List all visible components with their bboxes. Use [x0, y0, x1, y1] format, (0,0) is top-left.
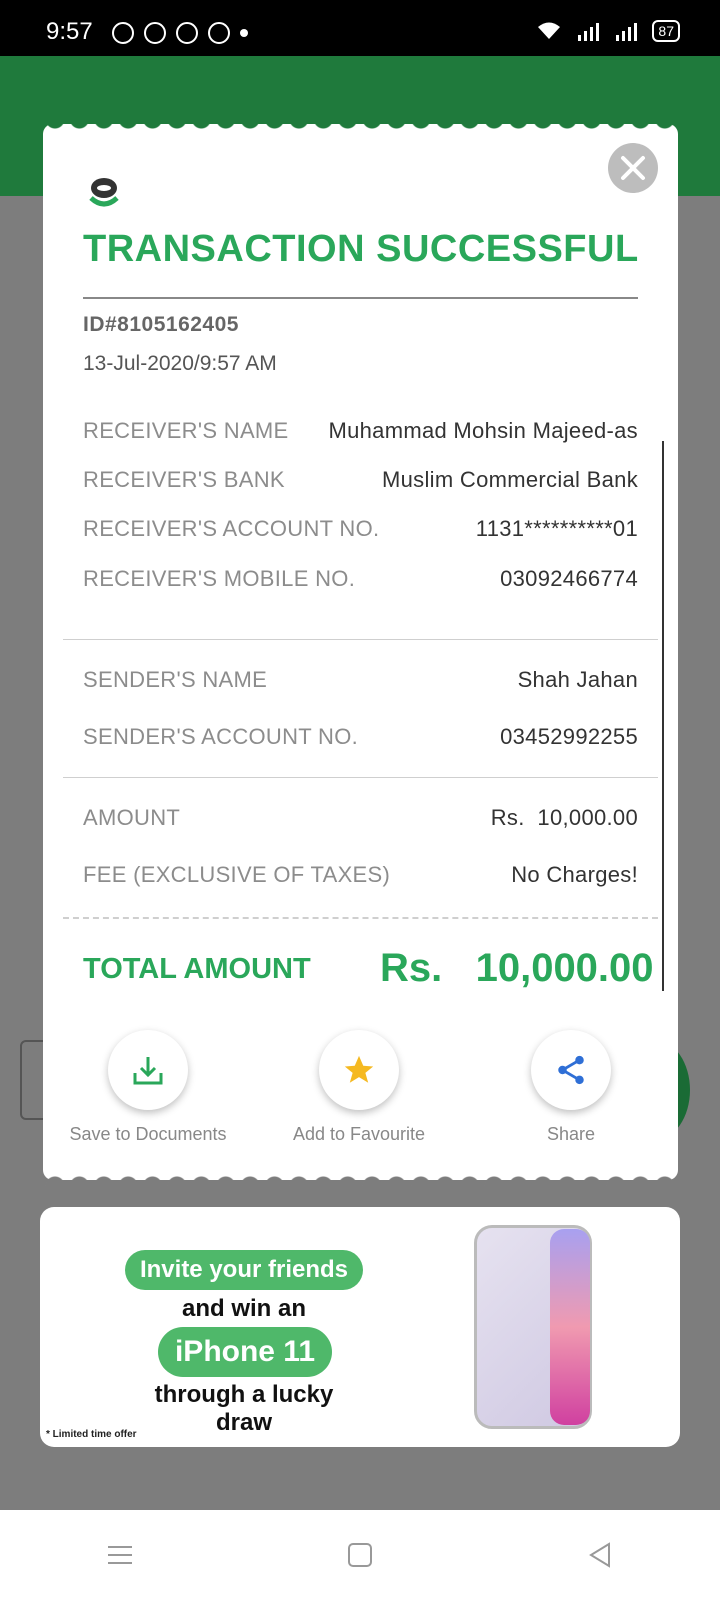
- star-icon: [344, 1055, 374, 1083]
- download-icon: [133, 1057, 163, 1085]
- iphone-screen-image: [550, 1229, 590, 1425]
- messenger-icon: [144, 22, 166, 44]
- field-label: SENDER'S ACCOUNT NO.: [83, 724, 359, 749]
- share-icon: [558, 1055, 584, 1085]
- field-value: Muhammad Mohsin Majeed-as: [328, 418, 638, 443]
- add-to-favourite-button[interactable]: Add to Favourite: [269, 1030, 449, 1145]
- signal-icon: [578, 23, 600, 41]
- promo-text-line2: and win an: [181, 1295, 306, 1322]
- receipt-top-edge: [43, 119, 678, 131]
- action-label: Save to Documents: [69, 1124, 227, 1144]
- back-triangle-icon: [589, 1542, 610, 1568]
- wifi-icon: [538, 22, 561, 39]
- total-amount-value: Rs. 10,000.00: [380, 946, 654, 990]
- field-label: SENDER'S NAME: [83, 667, 268, 692]
- promo-fine-print: * Limited time offer: [46, 1429, 137, 1440]
- dialog-title: TRANSACTION SUCCESSFUL: [83, 228, 639, 270]
- action-label: Add to Favourite: [292, 1124, 426, 1144]
- status-time: 9:57: [46, 18, 93, 45]
- title-divider: [83, 297, 638, 299]
- whatsapp-icon: [112, 22, 134, 44]
- field-value: 03092466774: [500, 566, 638, 591]
- action-label: Share: [546, 1124, 596, 1144]
- field-label: RECEIVER'S BANK: [83, 467, 285, 492]
- status-bar: 9:57 87: [0, 0, 720, 56]
- field-value: 03452992255: [500, 724, 638, 749]
- home-square-icon: [348, 1543, 372, 1567]
- home-nav-button[interactable]: [340, 1535, 380, 1575]
- battery-icon: 87: [652, 20, 680, 42]
- transaction-receipt-dialog: [43, 124, 678, 1180]
- promo-invite-pill: Invite your friends: [125, 1250, 363, 1290]
- transaction-datetime: 13-Jul-2020/9:57 AM: [83, 352, 277, 375]
- field-value: Rs. 10,000.00: [490, 805, 638, 830]
- telenor-icon: [176, 22, 198, 44]
- menu-nav-button[interactable]: [100, 1535, 140, 1575]
- system-navigation-bar: [0, 1510, 720, 1600]
- field-value: 1131**********01: [475, 516, 638, 541]
- sender-name-row: SENDER'S NAME Shah Jahan: [83, 667, 638, 693]
- sender-account-row: SENDER'S ACCOUNT NO. 03452992255: [83, 724, 638, 750]
- promo-iphone-pill: iPhone 11: [158, 1327, 332, 1377]
- save-to-documents-button[interactable]: Save to Documents: [58, 1030, 238, 1145]
- back-nav-button[interactable]: [580, 1535, 620, 1575]
- signal-icon-2: [616, 23, 638, 41]
- share-button[interactable]: Share: [481, 1030, 661, 1145]
- transaction-id: ID#8105162405: [83, 313, 239, 336]
- compass-icon: [208, 22, 230, 44]
- field-value: No Charges!: [511, 862, 638, 887]
- promo-banner[interactable]: Invite your friends and win an iPhone 11…: [40, 1207, 680, 1447]
- total-amount-label: TOTAL AMOUNT: [83, 953, 311, 985]
- field-label: RECEIVER'S MOBILE NO.: [83, 566, 356, 591]
- receipt-bottom-edge: [43, 1174, 678, 1186]
- field-label: RECEIVER'S ACCOUNT NO.: [83, 516, 380, 541]
- fee-row: FEE (EXCLUSIVE OF TAXES) No Charges!: [83, 862, 638, 888]
- menu-icon: [108, 1546, 132, 1564]
- receiver-bank-row: RECEIVER'S BANK Muslim Commercial Bank: [83, 467, 638, 493]
- scrollbar[interactable]: [662, 441, 664, 991]
- promo-text-line4: through a lucky draw: [154, 1381, 334, 1436]
- field-label: FEE (EXCLUSIVE OF TAXES): [83, 862, 391, 887]
- total-divider: [63, 917, 658, 919]
- amount-row: AMOUNT Rs. 10,000.00: [83, 805, 638, 831]
- app-logo: [89, 178, 119, 207]
- receiver-mobile-row: RECEIVER'S MOBILE NO. 03092466774: [83, 566, 638, 592]
- field-value: Muslim Commercial Bank: [382, 467, 638, 492]
- receiver-account-row: RECEIVER'S ACCOUNT NO. 1131**********01: [83, 516, 638, 542]
- receiver-name-row: RECEIVER'S NAME Muhammad Mohsin Majeed-a…: [83, 418, 638, 444]
- notification-dot-icon: [240, 29, 248, 37]
- field-value: Shah Jahan: [517, 667, 638, 692]
- field-label: AMOUNT: [83, 805, 181, 830]
- section-divider: [63, 639, 658, 640]
- close-button[interactable]: [608, 143, 658, 193]
- section-divider: [63, 777, 658, 778]
- close-icon: [621, 156, 645, 180]
- field-label: RECEIVER'S NAME: [83, 418, 289, 443]
